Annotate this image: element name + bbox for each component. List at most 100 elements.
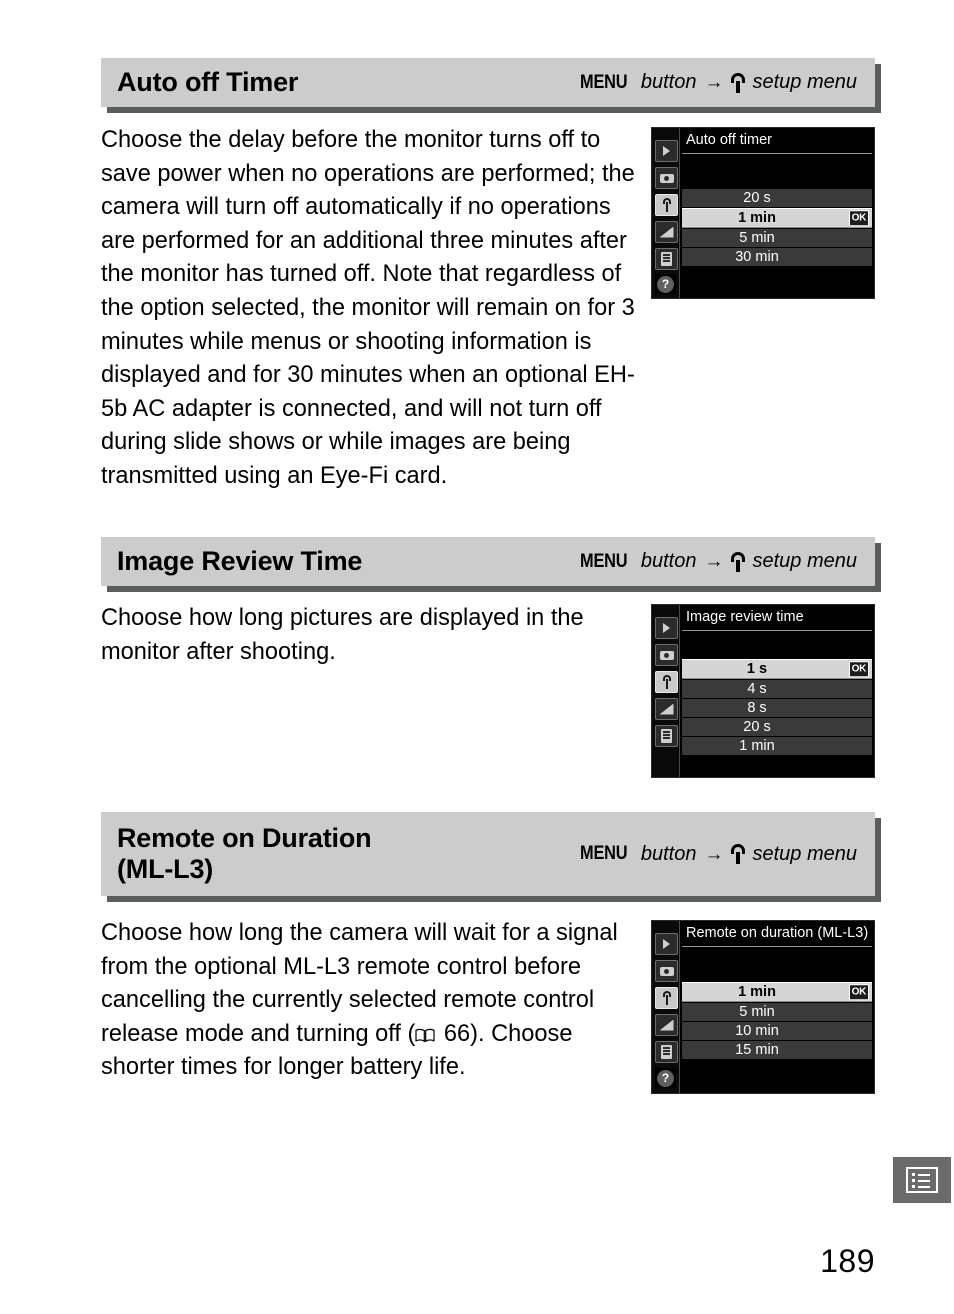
- lcd-title-remote-on-duration: Remote on duration (ML-L3): [686, 925, 869, 941]
- custom-settings-icon: [655, 1014, 678, 1036]
- setup-menu-icon: [655, 194, 678, 216]
- lcd-title-divider: [682, 630, 872, 631]
- menu-button-label: MENU: [579, 550, 628, 572]
- wrench-icon: [731, 844, 746, 864]
- button-word-label: button: [640, 842, 697, 865]
- lcd-option-row[interactable]: 20 s: [682, 718, 872, 736]
- retouch-menu-icon: [655, 248, 678, 270]
- menu-path: MENU button → setup menu: [580, 71, 861, 94]
- menu-path: MENU button → setup menu: [580, 550, 861, 573]
- right-arrow-icon: →: [704, 551, 724, 573]
- lcd-option-row-selected[interactable]: 1 min OK: [682, 208, 872, 228]
- section-body-auto-off-timer: Choose the delay before the monitor turn…: [101, 127, 635, 489]
- button-word-label: button: [640, 550, 697, 573]
- manual-page: Auto off Timer MENU button → setup menu …: [0, 0, 954, 1314]
- section-body-image-review-time: Choose how long pictures are displayed i…: [101, 605, 584, 665]
- shooting-menu-icon: [655, 167, 678, 189]
- lcd-option-label: 5 min: [739, 1003, 775, 1020]
- page-number: 189: [820, 1243, 875, 1279]
- menu-path: MENU button → setup menu: [580, 843, 861, 866]
- lcd-option-row[interactable]: 8 s: [682, 699, 872, 717]
- body-text-reference: 66).: [437, 1020, 485, 1047]
- lcd-option-row[interactable]: 5 min: [682, 1003, 872, 1021]
- lcd-option-row[interactable]: 15 min: [682, 1041, 872, 1059]
- lcd-option-label: 30 min: [735, 248, 779, 265]
- lcd-sidebar: ?: [652, 921, 680, 1093]
- shooting-menu-icon: [655, 644, 678, 666]
- retouch-menu-icon: [655, 725, 678, 747]
- ok-badge[interactable]: OK: [848, 661, 869, 677]
- help-icon: ?: [655, 274, 676, 294]
- playback-icon: [655, 933, 678, 955]
- section-header: Image Review Time MENU button → setup me…: [101, 537, 881, 593]
- section-tab-marker: [893, 1157, 951, 1203]
- lcd-option-label: 20 s: [743, 189, 771, 206]
- section-header: Auto off Timer MENU button → setup menu: [101, 58, 881, 114]
- setup-menu-icon: [655, 671, 678, 693]
- lcd-option-label: 1 min: [739, 737, 775, 754]
- lcd-option-label: 1 s: [746, 660, 768, 677]
- wrench-icon: [731, 551, 746, 572]
- playback-icon: [655, 140, 678, 162]
- lcd-sidebar: ?: [652, 128, 680, 298]
- wrench-icon: [731, 72, 746, 93]
- lcd-option-row[interactable]: 5 min: [682, 229, 872, 247]
- lcd-option-row[interactable]: 20 s: [682, 189, 872, 207]
- right-arrow-icon: →: [704, 72, 724, 94]
- lcd-option-row-selected[interactable]: 1 s OK: [682, 659, 872, 679]
- playback-icon: [655, 617, 678, 639]
- header-bar: Remote on Duration (ML-L3) MENU button →…: [101, 812, 875, 896]
- menu-button-label: MENU: [579, 843, 628, 864]
- lcd-option-row[interactable]: 30 min: [682, 248, 872, 266]
- button-word-label: button: [640, 71, 697, 94]
- section-auto-off-timer: Auto off Timer MENU button → setup menu: [101, 58, 881, 114]
- lcd-option-label: 1 min: [738, 209, 776, 226]
- camera-screen-auto-off-timer: ? Auto off timer 20 s 1 min OK 5 min 30 …: [651, 127, 875, 299]
- lcd-title-auto-off-timer: Auto off timer: [686, 132, 772, 148]
- menu-button-label: MENU: [579, 71, 628, 93]
- menu-list-icon: [906, 1167, 938, 1193]
- menu-destination-label: setup menu: [752, 71, 857, 94]
- page-title: Image Review Time: [117, 546, 363, 576]
- lcd-title-image-review-time: Image review time: [686, 609, 804, 625]
- ok-badge[interactable]: OK: [848, 984, 869, 1000]
- lcd-option-label: 20 s: [743, 718, 771, 735]
- lcd-option-label: 15 min: [735, 1041, 779, 1058]
- lcd-title-divider: [682, 946, 872, 947]
- lcd-option-row[interactable]: 1 min: [682, 737, 872, 755]
- lcd-option-row-selected[interactable]: 1 min OK: [682, 982, 872, 1002]
- header-bar: Auto off Timer MENU button → setup menu: [101, 58, 875, 108]
- retouch-menu-icon: [655, 1041, 678, 1063]
- shooting-menu-icon: [655, 960, 678, 982]
- page-title: Remote on Duration (ML-L3): [117, 822, 372, 884]
- lcd-option-label: 10 min: [735, 1022, 779, 1039]
- custom-settings-icon: [655, 698, 678, 720]
- lcd-option-label: 1 min: [738, 983, 776, 1000]
- book-reference-icon: [415, 1028, 435, 1043]
- lcd-sidebar: [652, 605, 680, 777]
- lcd-title-divider: [682, 153, 872, 154]
- lcd-option-list-image-review-time: 1 s OK 4 s 8 s 20 s 1 min: [682, 659, 872, 756]
- section-header: Remote on Duration (ML-L3) MENU button →…: [101, 812, 881, 902]
- camera-screen-image-review-time: Image review time 1 s OK 4 s 8 s 20 s 1 …: [651, 604, 875, 778]
- page-title: Auto off Timer: [117, 67, 299, 97]
- help-icon: ?: [655, 1068, 676, 1088]
- lcd-option-label: 4 s: [747, 680, 767, 697]
- ok-badge[interactable]: OK: [848, 210, 869, 226]
- section-image-review-time: Image Review Time MENU button → setup me…: [101, 537, 881, 593]
- section-body-remote-on-duration: Choose how long the camera will wait for…: [101, 917, 636, 1085]
- header-bar: Image Review Time MENU button → setup me…: [101, 537, 875, 587]
- lcd-option-label: 8 s: [747, 699, 767, 716]
- lcd-option-row[interactable]: 4 s: [682, 680, 872, 698]
- setup-menu-icon: [655, 987, 678, 1009]
- menu-destination-label: setup menu: [752, 842, 857, 865]
- menu-destination-label: setup menu: [752, 550, 857, 573]
- lcd-option-label: 5 min: [739, 229, 775, 246]
- lcd-option-list-remote-on-duration: 1 min OK 5 min 10 min 15 min: [682, 982, 872, 1060]
- camera-screen-remote-on-duration: ? Remote on duration (ML-L3) 1 min OK 5 …: [651, 920, 875, 1094]
- lcd-option-row[interactable]: 10 min: [682, 1022, 872, 1040]
- lcd-option-list-auto-off-timer: 20 s 1 min OK 5 min 30 min: [682, 189, 872, 267]
- section-remote-on-duration: Remote on Duration (ML-L3) MENU button →…: [101, 812, 881, 902]
- custom-settings-icon: [655, 221, 678, 243]
- right-arrow-icon: →: [704, 843, 724, 865]
